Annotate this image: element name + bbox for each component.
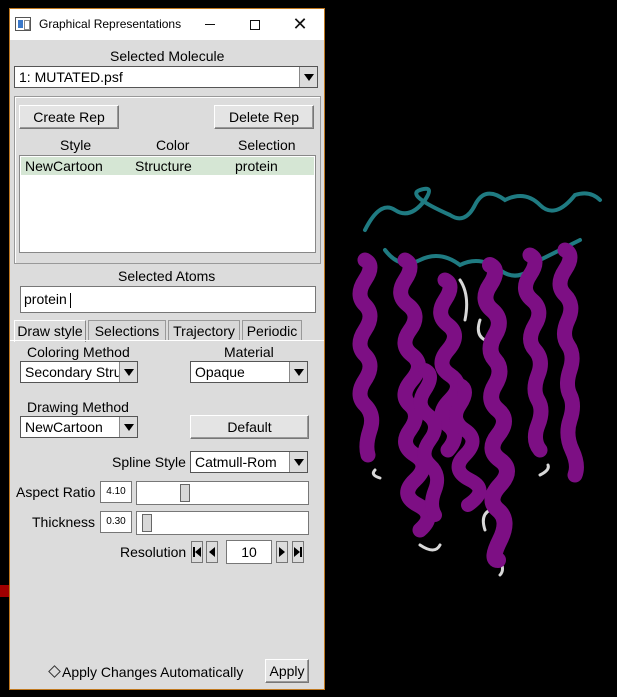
resolution-last-button[interactable]: [292, 541, 304, 563]
selected-molecule-label: Selected Molecule: [110, 48, 225, 64]
tab-draw-style[interactable]: Draw style: [14, 320, 86, 342]
column-header-style: Style: [60, 137, 92, 153]
tab-divider: [10, 340, 324, 341]
graphical-representations-window: Graphical Representations ✕ Selected Mol…: [9, 8, 325, 690]
thickness-slider-thumb[interactable]: [142, 514, 152, 532]
maximize-icon: [250, 19, 260, 30]
apply-button[interactable]: Apply: [265, 659, 309, 683]
resolution-increment-button[interactable]: [276, 541, 288, 563]
drawing-method-value: NewCartoon: [25, 419, 103, 435]
aspect-ratio-label: Aspect Ratio: [16, 484, 96, 500]
column-header-color: Color: [156, 137, 190, 153]
molecule-select[interactable]: 1: MUTATED.psf: [14, 66, 318, 88]
helix-bundle: [413, 363, 445, 522]
selected-atoms-label: Selected Atoms: [118, 268, 216, 284]
close-icon: ✕: [292, 14, 308, 34]
resolution-decrement-button[interactable]: [206, 541, 218, 563]
helix-bundle: [552, 242, 584, 483]
selected-atoms-input[interactable]: protein: [20, 286, 316, 313]
tab-selections[interactable]: Selections: [88, 320, 166, 341]
double-right-arrow-icon: [294, 547, 302, 557]
material-select[interactable]: Opaque: [190, 361, 308, 383]
row-color: Structure: [135, 158, 192, 174]
app-icon: [15, 17, 31, 31]
double-left-arrow-icon: [193, 547, 201, 557]
coloring-method-value: Secondary Stru: [25, 364, 122, 380]
maximize-button[interactable]: [233, 11, 277, 38]
create-rep-button[interactable]: Create Rep: [19, 105, 119, 129]
row-selection: protein: [235, 158, 278, 174]
column-header-selection: Selection: [238, 137, 296, 153]
aspect-ratio-value[interactable]: 4.10: [100, 481, 132, 503]
left-arrow-icon: [209, 547, 215, 557]
coloring-method-label: Coloring Method: [27, 344, 130, 360]
helix-bundle: [352, 252, 380, 463]
thickness-label: Thickness: [32, 514, 96, 530]
minimize-icon: [205, 24, 215, 26]
resolution-label: Resolution: [120, 544, 187, 560]
text-cursor: [69, 292, 71, 308]
protein-cartoon: [352, 186, 602, 577]
coloring-method-select[interactable]: Secondary Stru: [20, 361, 138, 383]
molecule-select-value: 1: MUTATED.psf: [19, 69, 123, 85]
title-bar[interactable]: Graphical Representations ✕: [10, 9, 324, 40]
reps-list[interactable]: NewCartoon Structure protein: [19, 155, 316, 253]
minimize-button[interactable]: [188, 11, 232, 38]
background-object-fragment: [0, 585, 9, 597]
chevron-down-icon[interactable]: [299, 67, 317, 87]
row-style: NewCartoon: [25, 158, 103, 174]
resolution-value[interactable]: 10: [226, 540, 272, 564]
table-row[interactable]: NewCartoon Structure protein: [21, 157, 314, 175]
tab-periodic[interactable]: Periodic: [242, 320, 302, 341]
selected-atoms-value: protein: [24, 291, 67, 307]
auto-apply-label: Apply Changes Automatically: [62, 664, 244, 680]
delete-rep-button[interactable]: Delete Rep: [214, 105, 314, 129]
chevron-down-icon[interactable]: [289, 452, 307, 472]
spline-style-value: Catmull-Rom: [195, 454, 277, 470]
thickness-slider[interactable]: [136, 511, 309, 535]
aspect-ratio-slider-thumb[interactable]: [180, 484, 190, 502]
right-arrow-icon: [279, 547, 285, 557]
aspect-ratio-slider[interactable]: [136, 481, 309, 505]
helix-bundle: [518, 247, 549, 458]
drawing-method-label: Drawing Method: [27, 399, 129, 415]
material-label: Material: [224, 344, 274, 360]
spline-style-select[interactable]: Catmull-Rom: [190, 451, 308, 473]
tab-trajectory[interactable]: Trajectory: [168, 320, 240, 341]
close-button[interactable]: ✕: [278, 11, 322, 38]
resolution-first-button[interactable]: [191, 541, 203, 563]
drawing-method-select[interactable]: NewCartoon: [20, 416, 138, 438]
chevron-down-icon[interactable]: [119, 417, 137, 437]
window-title: Graphical Representations: [39, 17, 182, 31]
loop-coil: [363, 186, 602, 232]
auto-apply-radio[interactable]: [48, 665, 61, 678]
material-value: Opaque: [195, 364, 245, 380]
helix-bundle: [477, 257, 515, 568]
chevron-down-icon[interactable]: [289, 362, 307, 382]
molecule-viewer[interactable]: [340, 170, 610, 590]
chevron-down-icon[interactable]: [119, 362, 137, 382]
default-button[interactable]: Default: [190, 415, 309, 439]
spline-style-label: Spline Style: [112, 454, 186, 470]
thickness-value[interactable]: 0.30: [100, 511, 132, 533]
